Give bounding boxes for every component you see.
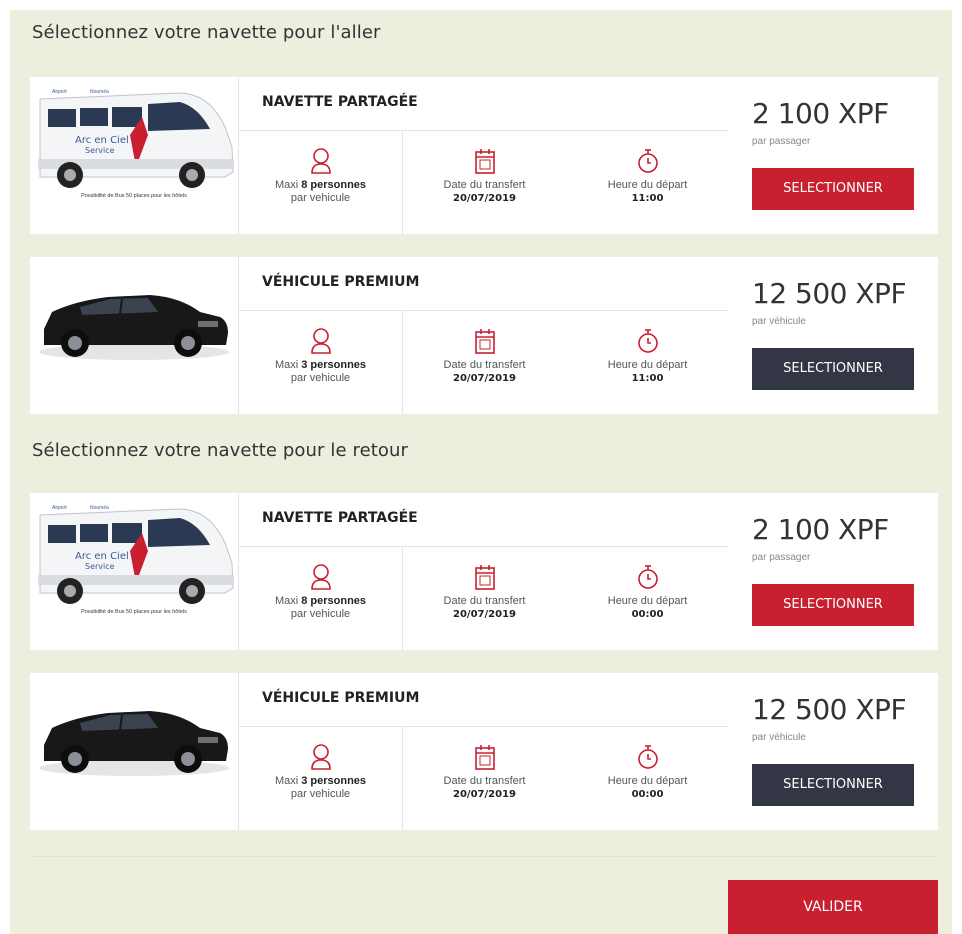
price-unit: par passager — [752, 552, 811, 563]
stopwatch-icon — [637, 745, 658, 769]
person-icon — [310, 744, 331, 770]
price-unit: par véhicule — [752, 732, 806, 743]
person-icon — [310, 564, 331, 590]
time-feature: Heure du départ 11:00 — [566, 327, 729, 385]
suv-image — [30, 673, 239, 830]
divider — [30, 856, 938, 857]
minibus-image: Airport Nouméa Arc en Ciel Service Possi… — [30, 77, 239, 234]
stopwatch-icon — [637, 329, 658, 353]
vehicle-type-name: VÉHICULE PREMIUM — [262, 274, 420, 290]
capacity-feature: Maxi 8 personnes par vehicule — [239, 147, 402, 205]
minibus-image: Airport Nouméa Arc en Ciel Service Possi… — [30, 493, 239, 650]
time-feature: Heure du départ 00:00 — [566, 743, 729, 801]
date-feature: Date du transfert 20/07/2019 — [403, 147, 566, 205]
stopwatch-icon — [637, 565, 658, 589]
calendar-icon — [474, 565, 495, 590]
calendar-icon — [474, 149, 495, 174]
suv-image — [30, 257, 239, 414]
validate-button[interactable]: VALIDER — [728, 880, 938, 934]
time-feature: Heure du départ 00:00 — [566, 563, 729, 621]
shuttle-card-aller-premium: VÉHICULE PREMIUM Maxi 3 personnes par ve… — [30, 257, 938, 414]
vehicle-type-name: NAVETTE PARTAGÉE — [262, 94, 418, 110]
bus-brand-line-1: Arc en Ciel — [75, 551, 129, 562]
person-icon — [310, 148, 331, 174]
calendar-icon — [474, 745, 495, 770]
select-button[interactable]: SELECTIONNER — [752, 348, 914, 390]
capacity-feature: Maxi 3 personnes par vehicule — [239, 743, 402, 801]
svg-text:Airport: Airport — [52, 505, 67, 511]
date-feature: Date du transfert 20/07/2019 — [403, 563, 566, 621]
calendar-icon — [474, 329, 495, 354]
select-button[interactable]: SELECTIONNER — [752, 168, 914, 210]
vehicle-type-name: VÉHICULE PREMIUM — [262, 690, 420, 706]
bus-capacity-caption: Possibilité de Bus 50 places pour les hô… — [81, 193, 187, 199]
bus-brand-line-1: Arc en Ciel — [75, 135, 129, 146]
price-unit: par passager — [752, 136, 811, 147]
vehicle-type-name: NAVETTE PARTAGÉE — [262, 510, 418, 526]
select-button[interactable]: SELECTIONNER — [752, 764, 914, 806]
bus-brand-line-2: Service — [85, 562, 115, 571]
bus-brand-line-2: Service — [85, 146, 115, 155]
time-feature: Heure du départ 11:00 — [566, 147, 729, 205]
capacity-feature: Maxi 8 personnes par vehicule — [239, 563, 402, 621]
aller-section-title: Sélectionnez votre navette pour l'aller — [32, 22, 381, 43]
date-feature: Date du transfert 20/07/2019 — [403, 743, 566, 801]
shuttle-selection-panel: Sélectionnez votre navette pour l'aller … — [10, 10, 952, 934]
price: 12 500 XPF — [752, 693, 907, 726]
capacity-feature: Maxi 3 personnes par vehicule — [239, 327, 402, 385]
shuttle-card-retour-shared: Airport Nouméa Arc en Ciel Service Possi… — [30, 493, 938, 650]
stopwatch-icon — [637, 149, 658, 173]
shuttle-card-aller-shared: Airport Nouméa Arc en Ciel Service Possi… — [30, 77, 938, 234]
bus-capacity-caption: Possibilité de Bus 50 places pour les hô… — [81, 609, 187, 615]
date-feature: Date du transfert 20/07/2019 — [403, 327, 566, 385]
svg-text:Nouméa: Nouméa — [90, 89, 109, 95]
svg-text:Nouméa: Nouméa — [90, 505, 109, 511]
shuttle-card-retour-premium: VÉHICULE PREMIUM Maxi 3 personnes par ve… — [30, 673, 938, 830]
person-icon — [310, 328, 331, 354]
svg-text:Airport: Airport — [52, 89, 67, 95]
price-unit: par véhicule — [752, 316, 806, 327]
price: 2 100 XPF — [752, 97, 889, 130]
retour-section-title: Sélectionnez votre navette pour le retou… — [32, 440, 409, 461]
price: 12 500 XPF — [752, 277, 907, 310]
price: 2 100 XPF — [752, 513, 889, 546]
select-button[interactable]: SELECTIONNER — [752, 584, 914, 626]
